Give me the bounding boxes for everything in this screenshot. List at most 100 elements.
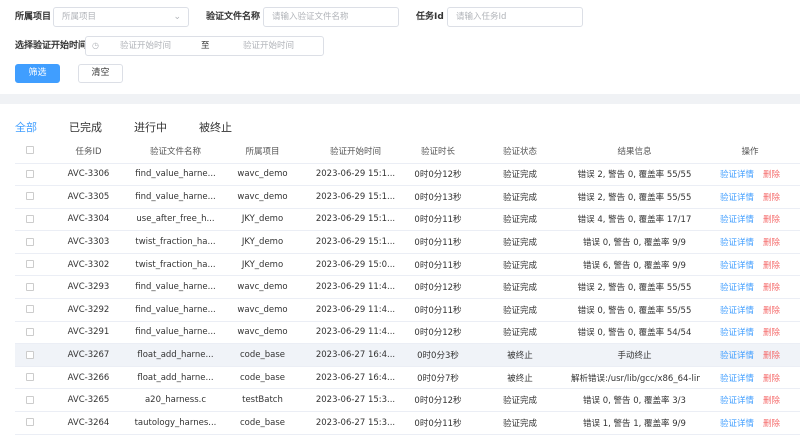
- detail-link[interactable]: 验证详情: [720, 396, 754, 406]
- table-row: AVC-3291 find_value_harne... wavc_demo 2023…: [15, 321, 800, 345]
- task-table: 任务ID 验证文件名称 所属项目 验证开始时间 验证时长 验证状态 结果信息 操…: [15, 139, 800, 435]
- detail-link[interactable]: 验证详情: [720, 351, 754, 361]
- cell-file-name: float_add_harne...: [132, 343, 219, 367]
- delete-link[interactable]: 删除: [763, 374, 780, 384]
- table-row: AVC-3293 find_value_harne... wavc_demo 2023…: [15, 275, 800, 300]
- detail-link[interactable]: 验证详情: [720, 238, 754, 248]
- header-duration: 验证时长: [405, 139, 471, 164]
- header-task-id: 任务ID: [45, 139, 132, 164]
- cell-status: 验证完成: [471, 298, 569, 322]
- cell-project: JKY_demo: [219, 230, 306, 254]
- project-label: 所属项目: [15, 12, 52, 22]
- cell-task-id: AVC-3266: [45, 366, 132, 390]
- table-header-row: 任务ID 验证文件名称 所属项目 验证开始时间 验证时长 验证状态 结果信息 操…: [15, 139, 800, 164]
- row-checkbox[interactable]: [26, 305, 34, 314]
- task-list-panel: 全部 已完成 进行中 被终止 任务ID 验证文件名称 所属项目 验证开始时间 验…: [0, 104, 800, 444]
- table-row: AVC-3305 find_value_harne... wavc_demo 2023…: [15, 185, 800, 209]
- row-checkbox[interactable]: [26, 237, 34, 246]
- cell-task-id: AVC-3291: [45, 321, 132, 345]
- detail-link[interactable]: 验证详情: [720, 170, 754, 180]
- detail-link[interactable]: 验证详情: [720, 374, 754, 384]
- delete-link[interactable]: 删除: [763, 283, 780, 293]
- row-checkbox[interactable]: [26, 169, 34, 178]
- delete-link[interactable]: 删除: [763, 238, 780, 248]
- delete-link[interactable]: 删除: [763, 170, 780, 180]
- cell-status: 验证完成: [471, 321, 569, 345]
- detail-link[interactable]: 验证详情: [720, 193, 754, 203]
- cell-task-id: AVC-3267: [45, 343, 132, 367]
- cell-result: 错误 2, 警告 0, 覆盖率 55/55: [569, 275, 700, 300]
- row-checkbox[interactable]: [26, 327, 34, 336]
- cell-duration: 0时0分11秒: [405, 208, 471, 232]
- cell-start-time: 2023-06-29 15:1...: [306, 230, 405, 254]
- cell-project: wavc_demo: [219, 321, 306, 345]
- file-name-input[interactable]: 请输入验证文件名称: [263, 7, 399, 27]
- cell-duration: 0时0分11秒: [405, 230, 471, 254]
- delete-link[interactable]: 删除: [763, 306, 780, 316]
- cell-status: 验证完成: [471, 163, 569, 187]
- project-select[interactable]: 所属项目 ⌄: [53, 7, 189, 27]
- table-row: AVC-3304 use_after_free_h... JKY_demo 2023-…: [15, 208, 800, 232]
- date-end-input[interactable]: 验证开始时间: [243, 37, 294, 55]
- delete-link[interactable]: 删除: [763, 419, 780, 429]
- cell-start-time: 2023-06-29 11:4...: [306, 275, 405, 300]
- cell-file-name: find_value_harne...: [132, 185, 219, 209]
- cell-result: 错误 2, 警告 0, 覆盖率 55/55: [569, 185, 700, 209]
- cell-file-name: twist_fraction_ha...: [132, 230, 219, 254]
- detail-link[interactable]: 验证详情: [720, 419, 754, 429]
- row-checkbox[interactable]: [26, 282, 34, 291]
- cell-duration: 0时0分12秒: [405, 321, 471, 345]
- cell-task-id: AVC-3264: [45, 411, 132, 435]
- cell-duration: 0时0分12秒: [405, 388, 471, 413]
- delete-link[interactable]: 删除: [763, 193, 780, 203]
- row-checkbox[interactable]: [26, 192, 34, 201]
- row-checkbox[interactable]: [26, 214, 34, 223]
- table-row: AVC-3303 twist_fraction_ha... JKY_demo 2023…: [15, 230, 800, 254]
- detail-link[interactable]: 验证详情: [720, 215, 754, 225]
- cell-result: 错误 0, 警告 0, 覆盖率 55/55: [569, 298, 700, 322]
- cell-duration: 0时0分7秒: [405, 366, 471, 390]
- cell-start-time: 2023-06-27 15:3...: [306, 411, 405, 435]
- row-checkbox[interactable]: [26, 260, 34, 269]
- delete-link[interactable]: 删除: [763, 261, 780, 271]
- row-checkbox[interactable]: [26, 373, 34, 382]
- cell-file-name: find_value_harne...: [132, 163, 219, 187]
- cell-task-id: AVC-3306: [45, 163, 132, 187]
- clear-button[interactable]: 清空: [78, 64, 123, 83]
- cell-result: 解析错误:/usr/lib/gcc/x86_64-lin...: [569, 366, 700, 390]
- delete-link[interactable]: 删除: [763, 396, 780, 406]
- delete-link[interactable]: 删除: [763, 328, 780, 338]
- cell-result: 手动终止: [569, 343, 700, 367]
- delete-link[interactable]: 删除: [763, 215, 780, 225]
- cell-task-id: AVC-3292: [45, 298, 132, 322]
- tab-completed[interactable]: 已完成: [69, 120, 102, 136]
- cell-start-time: 2023-06-29 15:1...: [306, 208, 405, 232]
- cell-result: 错误 0, 警告 0, 覆盖率 9/9: [569, 230, 700, 254]
- detail-link[interactable]: 验证详情: [720, 261, 754, 271]
- date-range-separator: 至: [201, 41, 210, 51]
- tab-running[interactable]: 进行中: [134, 120, 167, 136]
- table-row: AVC-3267 float_add_harne... code_base 2023-…: [15, 343, 800, 367]
- row-checkbox[interactable]: [26, 418, 34, 427]
- cell-result: 错误 1, 警告 1, 覆盖率 9/9: [569, 411, 700, 435]
- date-start-input[interactable]: 验证开始时间: [120, 37, 171, 55]
- detail-link[interactable]: 验证详情: [720, 306, 754, 316]
- table-row: AVC-3266 float_add_harne... code_base 2023-…: [15, 366, 800, 390]
- date-range-picker[interactable]: ◷ 验证开始时间 至 验证开始时间: [85, 36, 324, 56]
- select-all-checkbox[interactable]: [26, 146, 34, 155]
- task-id-input[interactable]: 请输入任务Id: [447, 7, 583, 27]
- row-checkbox[interactable]: [26, 350, 34, 359]
- delete-link[interactable]: 删除: [763, 351, 780, 361]
- header-operations: 操作: [700, 139, 800, 164]
- cell-status: 被终止: [471, 343, 569, 367]
- detail-link[interactable]: 验证详情: [720, 283, 754, 293]
- cell-task-id: AVC-3265: [45, 388, 132, 413]
- tab-all[interactable]: 全部: [15, 120, 37, 136]
- detail-link[interactable]: 验证详情: [720, 328, 754, 338]
- tab-terminated[interactable]: 被终止: [199, 120, 232, 136]
- cell-file-name: a20_harness.c: [132, 388, 219, 413]
- filter-button[interactable]: 筛选: [15, 64, 60, 83]
- cell-start-time: 2023-06-29 15:1...: [306, 163, 405, 187]
- row-checkbox[interactable]: [26, 395, 34, 404]
- header-file-name: 验证文件名称: [132, 139, 219, 164]
